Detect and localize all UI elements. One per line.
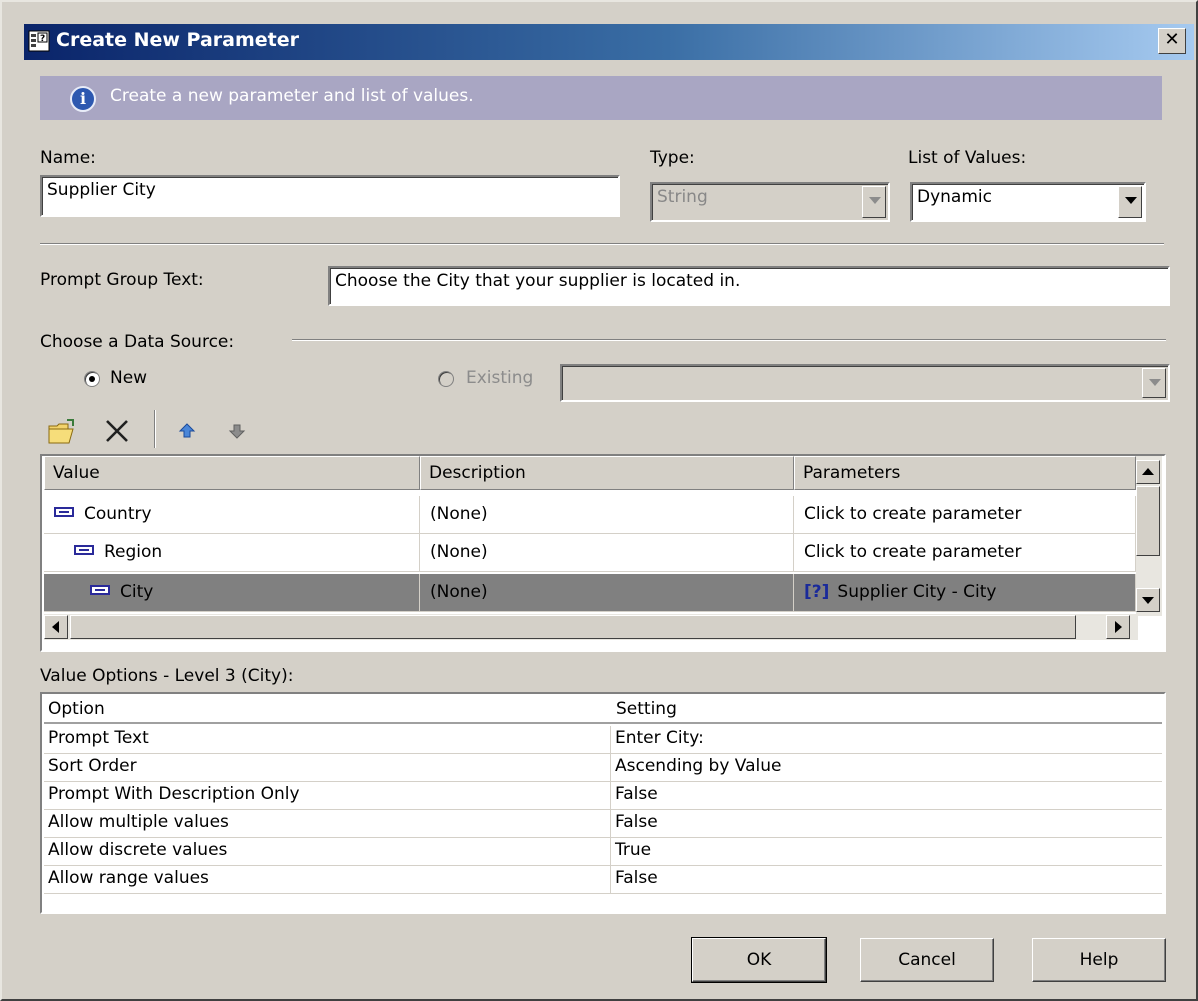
description-cell: (None) [420, 574, 794, 612]
new-radio[interactable] [84, 371, 100, 387]
ok-button[interactable]: OK [691, 937, 827, 983]
existing-select [560, 364, 1170, 402]
chevron-down-icon [1125, 197, 1137, 204]
arrow-right-icon [1115, 621, 1122, 633]
value-cell: Country [44, 496, 420, 534]
option-name: Allow multiple values [44, 810, 610, 838]
value-cell: Region [44, 534, 420, 572]
column-header-parameters[interactable]: Parameters [794, 456, 1136, 490]
open-folder-icon[interactable] [46, 416, 78, 448]
horizontal-scroll-thumb[interactable] [70, 615, 1076, 639]
option-setting[interactable]: True [610, 838, 1162, 866]
description-cell: (None) [420, 534, 794, 572]
field-icon [90, 585, 110, 595]
option-name: Allow discrete values [44, 838, 610, 866]
arrow-up-icon [1142, 468, 1154, 475]
scroll-up-button[interactable] [1136, 460, 1160, 484]
scroll-thumb[interactable] [1136, 486, 1160, 556]
info-banner: i Create a new parameter and list of val… [40, 76, 1162, 120]
title-bar: ? Create New Parameter [24, 24, 1194, 60]
value-options-label: Value Options - Level 3 (City): [40, 666, 294, 686]
field-icon [74, 545, 94, 555]
delete-icon[interactable] [102, 416, 132, 446]
parameters-cell[interactable]: [?] Supplier City - City [794, 574, 1136, 612]
lov-value: Dynamic [917, 187, 992, 207]
prompt-group-input[interactable]: Choose the City that your supplier is lo… [328, 266, 1170, 306]
option-name: Prompt Text [44, 726, 610, 754]
toolbar-separator [154, 410, 156, 448]
move-down-icon[interactable] [226, 420, 248, 442]
scroll-down-button[interactable] [1136, 588, 1160, 612]
option-setting[interactable]: Ascending by Value [610, 754, 1162, 782]
scroll-right-button[interactable] [1106, 615, 1130, 639]
data-source-label: Choose a Data Source: [40, 332, 235, 352]
prompt-group-label: Prompt Group Text: [40, 270, 204, 290]
column-header-description[interactable]: Description [420, 456, 794, 490]
option-setting[interactable]: False [610, 866, 1162, 894]
value-text: Region [104, 542, 163, 562]
close-button[interactable]: ✕ [1158, 28, 1186, 54]
create-parameter-dialog: ? Create New Parameter ✕ i Create a new … [0, 0, 1198, 1001]
horizontal-scrollbar[interactable] [44, 614, 1138, 640]
lov-select[interactable]: Dynamic [910, 182, 1146, 222]
type-label: Type: [650, 148, 695, 168]
window-title: Create New Parameter [56, 29, 300, 51]
lov-dropdown-button[interactable] [1118, 186, 1142, 218]
cancel-button[interactable]: Cancel [860, 938, 994, 982]
value-text: City [120, 582, 154, 602]
arrow-down-icon [1142, 597, 1154, 604]
option-name: Sort Order [44, 754, 610, 782]
type-select: String [650, 182, 890, 222]
banner-text: Create a new parameter and list of value… [110, 86, 474, 106]
separator [40, 243, 1164, 245]
option-name: Prompt With Description Only [44, 782, 610, 810]
type-dropdown-button [862, 186, 886, 218]
parameter-icon: [?] [804, 582, 830, 602]
parameter-app-icon: ? [28, 30, 50, 52]
vertical-scrollbar[interactable] [1136, 456, 1162, 616]
value-options-grid: Option Setting Prompt Text Enter City: S… [40, 692, 1166, 914]
new-radio-label[interactable]: New [110, 368, 147, 388]
help-button[interactable]: Help [1032, 938, 1166, 982]
column-header-option: Option [44, 694, 612, 724]
existing-dropdown-button [1142, 368, 1166, 398]
radio-dot [89, 376, 95, 382]
type-value: String [657, 187, 708, 207]
field-icon [54, 507, 74, 517]
value-grid: Value Description Parameters Country (No… [40, 454, 1166, 652]
existing-radio [438, 371, 454, 387]
option-setting[interactable]: False [610, 782, 1162, 810]
value-text: Country [84, 504, 152, 524]
arrow-left-icon [52, 621, 59, 633]
existing-radio-label: Existing [466, 368, 534, 388]
chevron-down-icon [869, 197, 881, 204]
description-cell: (None) [420, 496, 794, 534]
column-header-setting: Setting [612, 694, 1162, 724]
option-setting[interactable]: Enter City: [610, 726, 1162, 754]
chevron-down-icon [1149, 379, 1161, 386]
parameters-cell[interactable]: Click to create parameter [794, 496, 1136, 534]
lov-label: List of Values: [908, 148, 1027, 168]
scroll-left-button[interactable] [44, 615, 68, 639]
move-up-icon[interactable] [176, 420, 198, 442]
option-setting[interactable]: False [610, 810, 1162, 838]
option-name: Allow range values [44, 866, 610, 894]
close-icon: ✕ [1164, 29, 1180, 50]
column-header-value[interactable]: Value [44, 456, 420, 490]
svg-text:?: ? [40, 34, 45, 44]
name-input[interactable]: Supplier City [40, 175, 620, 217]
separator [292, 339, 1166, 341]
info-icon: i [70, 86, 96, 112]
value-cell: City [44, 574, 420, 612]
parameters-cell[interactable]: Click to create parameter [794, 534, 1136, 572]
parameters-text: Supplier City - City [837, 582, 997, 602]
name-label: Name: [40, 148, 96, 168]
